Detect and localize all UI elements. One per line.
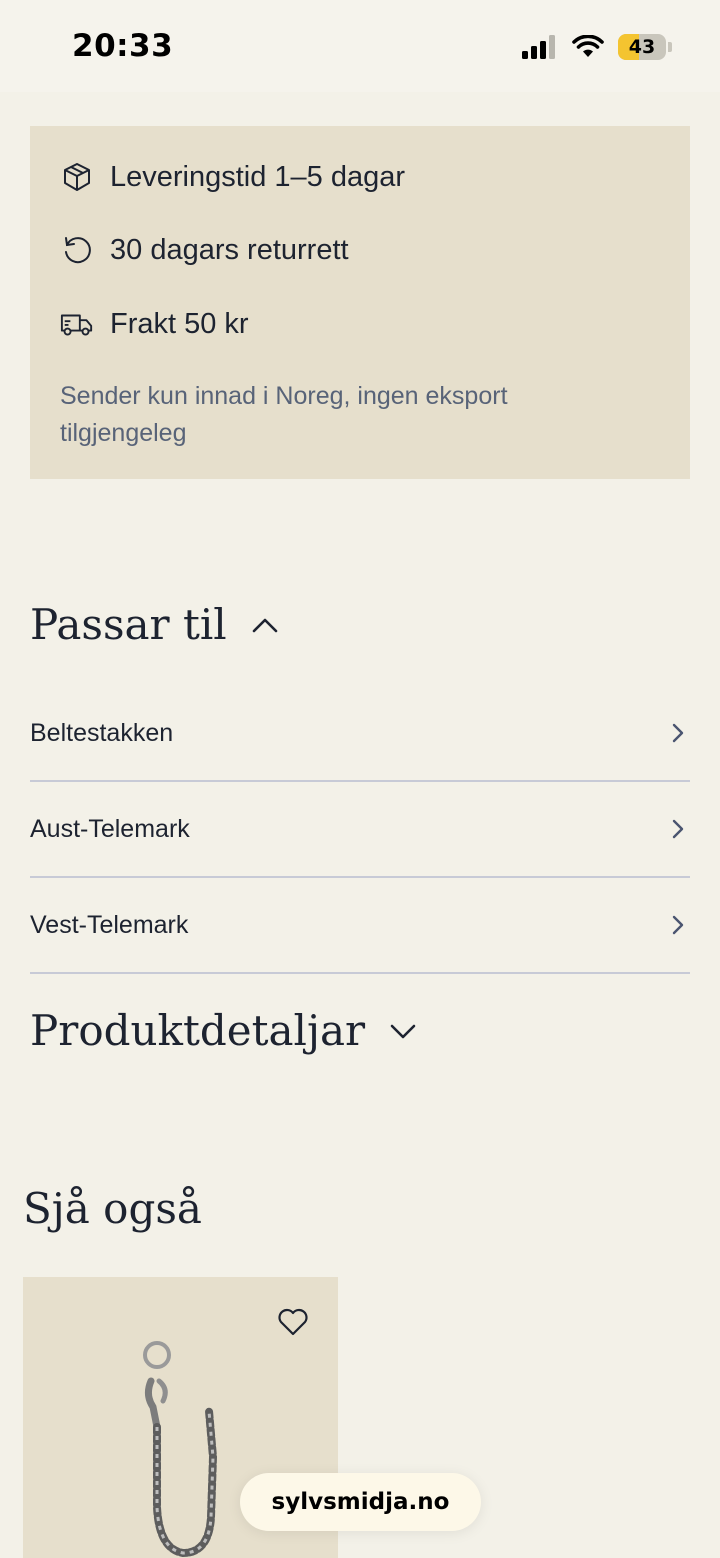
produktdetaljar-toggle[interactable]: Produktdetaljar — [30, 1006, 417, 1055]
return-policy-row: 30 dagars returrett — [60, 233, 349, 267]
chevron-right-icon — [666, 721, 690, 745]
list-item-label: Vest-Telemark — [30, 910, 189, 939]
shipping-note: Sender kun innad i Noreg, ingen eksport … — [60, 382, 508, 447]
status-time: 20:33 — [72, 28, 174, 64]
battery-level: 43 — [628, 36, 656, 58]
url-text: sylvsmidja.no — [271, 1489, 450, 1515]
package-icon — [60, 160, 94, 194]
see-also-title: Sjå også — [23, 1184, 202, 1233]
passar-til-title: Passar til — [30, 600, 227, 649]
passar-til-item-vest-telemark[interactable]: Vest-Telemark — [30, 878, 690, 974]
shipping-cost-text: Frakt 50 kr — [110, 307, 249, 340]
chevron-right-icon — [666, 817, 690, 841]
list-item-label: Aust-Telemark — [30, 814, 190, 843]
shipping-cost-row: Frakt 50 kr — [60, 307, 249, 341]
list-item-label: Beltestakken — [30, 718, 174, 747]
status-icons: 43 — [522, 34, 672, 60]
chevron-up-icon — [251, 616, 279, 634]
return-icon — [60, 233, 94, 267]
delivery-info-box: Leveringstid 1–5 dagar 30 dagars returre… — [30, 126, 690, 479]
status-bar: 20:33 43 — [0, 0, 720, 92]
produktdetaljar-title: Produktdetaljar — [30, 1006, 366, 1055]
delivery-time-row: Leveringstid 1–5 dagar — [60, 160, 405, 194]
passar-til-toggle[interactable]: Passar til — [30, 600, 279, 649]
see-also-heading: Sjå også — [23, 1184, 202, 1233]
chevron-down-icon — [389, 1022, 417, 1040]
signal-icon — [522, 35, 555, 59]
delivery-time-text: Leveringstid 1–5 dagar — [110, 160, 406, 193]
battery-cap — [668, 42, 672, 52]
browser-url-pill[interactable]: sylvsmidja.no — [240, 1473, 481, 1531]
battery-indicator: 43 — [618, 34, 666, 60]
truck-icon — [60, 307, 94, 341]
passar-til-item-aust-telemark[interactable]: Aust-Telemark — [30, 782, 690, 878]
wifi-icon — [572, 35, 604, 57]
return-policy-text: 30 dagars returrett — [110, 233, 349, 266]
chevron-right-icon — [666, 913, 690, 937]
passar-til-item-beltestakken[interactable]: Beltestakken — [30, 686, 690, 782]
